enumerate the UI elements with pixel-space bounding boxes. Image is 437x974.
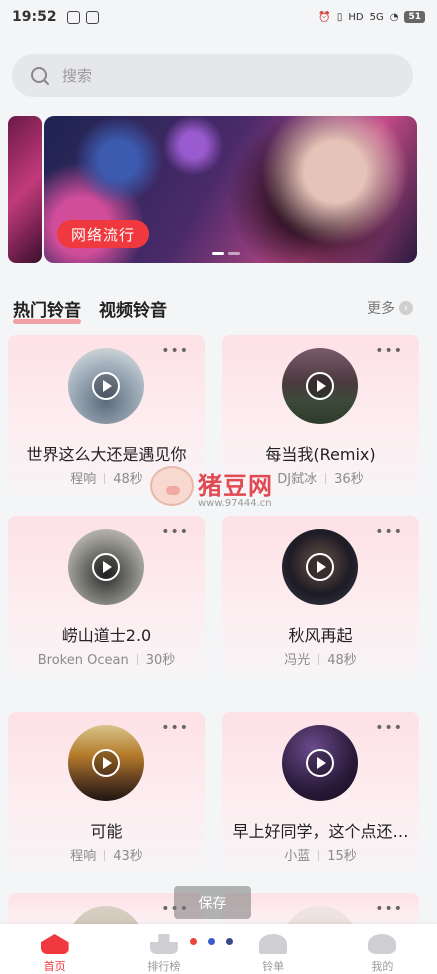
card-meta: 小蓝 15秒 bbox=[222, 845, 419, 864]
network-label: 5G bbox=[369, 11, 384, 23]
tab-hot-ringtones[interactable]: 热门铃音 bbox=[13, 296, 81, 324]
banner-slide[interactable]: 网络流行 bbox=[44, 116, 417, 263]
chevron-right-icon: › bbox=[399, 301, 413, 315]
search-placeholder: 搜索 bbox=[62, 67, 93, 85]
play-icon[interactable] bbox=[92, 372, 120, 400]
card-duration: 30秒 bbox=[145, 653, 176, 668]
play-icon[interactable] bbox=[92, 749, 120, 777]
bottom-nav: 首页 排行榜 铃单 我的 bbox=[0, 924, 437, 974]
ringtone-card[interactable]: ••• 早上好同学，这个点还… 小蓝 15秒 bbox=[222, 712, 419, 872]
card-duration: 36秒 bbox=[334, 472, 364, 487]
card-title: 秋风再起 bbox=[288, 626, 353, 645]
banner-dot-active bbox=[212, 252, 224, 255]
card-duration: 48秒 bbox=[113, 472, 143, 487]
app-notification-icon bbox=[85, 10, 99, 24]
page-indicator bbox=[190, 938, 233, 945]
search-input[interactable]: 搜索 bbox=[12, 54, 413, 97]
nav-label: 铃单 bbox=[262, 960, 285, 973]
play-icon[interactable] bbox=[306, 372, 334, 400]
card-menu-icon[interactable]: ••• bbox=[375, 901, 403, 917]
card-title: 每当我(Remix) bbox=[265, 445, 376, 464]
nav-home[interactable]: 首页 bbox=[0, 924, 109, 974]
watermark-url: www.97444.cn bbox=[198, 498, 272, 509]
card-duration: 15秒 bbox=[327, 849, 357, 864]
status-left-icons bbox=[66, 10, 99, 24]
card-duration: 48秒 bbox=[327, 653, 357, 668]
status-bar: 19:52 ⏰ ▯ HD 5G ◔ 51 bbox=[0, 0, 437, 34]
card-artist: 程响 bbox=[70, 849, 97, 864]
nav-label: 排行榜 bbox=[147, 960, 181, 973]
album-cover[interactable] bbox=[68, 725, 144, 801]
user-icon bbox=[368, 934, 397, 954]
card-menu-icon[interactable]: ••• bbox=[375, 524, 403, 540]
more-label: 更多 bbox=[367, 301, 395, 317]
card-title: 早上好同学，这个点还… bbox=[232, 822, 409, 841]
nav-ranking[interactable]: 排行榜 bbox=[109, 924, 218, 974]
pig-logo-icon bbox=[150, 466, 194, 506]
banner-prev-slide[interactable] bbox=[8, 116, 42, 263]
card-meta: 程响 43秒 bbox=[8, 845, 205, 864]
alarm-icon: ⏰ bbox=[318, 11, 331, 23]
ringtone-card[interactable]: ••• 秋风再起 冯光 48秒 bbox=[222, 516, 419, 676]
ranking-icon bbox=[149, 934, 178, 954]
home-icon bbox=[40, 934, 69, 954]
vibrate-icon: ▯ bbox=[336, 11, 343, 23]
album-cover[interactable] bbox=[282, 529, 358, 605]
watermark-text: 猪豆网 bbox=[198, 472, 273, 500]
save-button[interactable]: 保存 bbox=[174, 886, 251, 919]
album-cover[interactable] bbox=[282, 725, 358, 801]
card-meta: 冯光 48秒 bbox=[222, 649, 419, 668]
page-dot bbox=[208, 938, 215, 945]
card-menu-icon[interactable]: ••• bbox=[161, 343, 189, 359]
nav-ringlist[interactable]: 铃单 bbox=[219, 924, 328, 974]
play-icon[interactable] bbox=[92, 553, 120, 581]
card-menu-icon[interactable]: ••• bbox=[161, 720, 189, 736]
nav-label: 首页 bbox=[43, 960, 66, 973]
hd-badge: HD bbox=[348, 11, 364, 23]
card-menu-icon[interactable]: ••• bbox=[161, 524, 189, 540]
album-cover[interactable] bbox=[68, 529, 144, 605]
battery-indicator: 51 bbox=[404, 11, 425, 23]
nav-label: 我的 bbox=[371, 960, 394, 973]
status-right: ⏰ ▯ HD 5G ◔ 51 bbox=[318, 11, 425, 23]
album-cover[interactable] bbox=[282, 348, 358, 424]
card-artist: 程响 bbox=[70, 472, 97, 487]
more-link[interactable]: 更多 › bbox=[367, 298, 413, 318]
banner-dot bbox=[228, 252, 240, 255]
card-menu-icon[interactable]: ••• bbox=[375, 343, 403, 359]
play-icon[interactable] bbox=[306, 553, 334, 581]
card-menu-icon[interactable]: ••• bbox=[375, 720, 403, 736]
page-dot bbox=[226, 938, 233, 945]
gallery-icon bbox=[66, 10, 80, 24]
ringtone-card[interactable]: ••• 可能 程响 43秒 bbox=[8, 712, 205, 872]
album-cover[interactable] bbox=[68, 348, 144, 424]
card-title: 崂山道士2.0 bbox=[61, 626, 152, 645]
category-tabs: 热门铃音 视频铃音 bbox=[13, 296, 167, 324]
bell-icon bbox=[259, 934, 288, 954]
card-title: 世界这么大还是遇见你 bbox=[26, 445, 187, 464]
ringtone-card[interactable]: ••• 崂山道士2.0 Broken Ocean 30秒 bbox=[8, 516, 205, 676]
card-artist: DJ弑冰 bbox=[277, 472, 318, 487]
nav-profile[interactable]: 我的 bbox=[328, 924, 437, 974]
card-artist: 小蓝 bbox=[284, 849, 311, 864]
card-artist: Broken Ocean bbox=[37, 653, 129, 668]
card-duration: 43秒 bbox=[113, 849, 143, 864]
banner-indicator bbox=[212, 252, 240, 255]
banner-tag[interactable]: 网络流行 bbox=[57, 220, 150, 248]
card-artist: 冯光 bbox=[284, 653, 311, 668]
wifi-icon: ◔ bbox=[389, 11, 399, 23]
search-icon bbox=[31, 66, 49, 85]
card-title: 可能 bbox=[90, 822, 123, 841]
card-meta: Broken Ocean 30秒 bbox=[8, 649, 205, 668]
status-time: 19:52 bbox=[12, 9, 57, 25]
page-dot bbox=[190, 938, 197, 945]
tab-video-ringtones[interactable]: 视频铃音 bbox=[99, 296, 167, 321]
play-icon[interactable] bbox=[306, 749, 334, 777]
